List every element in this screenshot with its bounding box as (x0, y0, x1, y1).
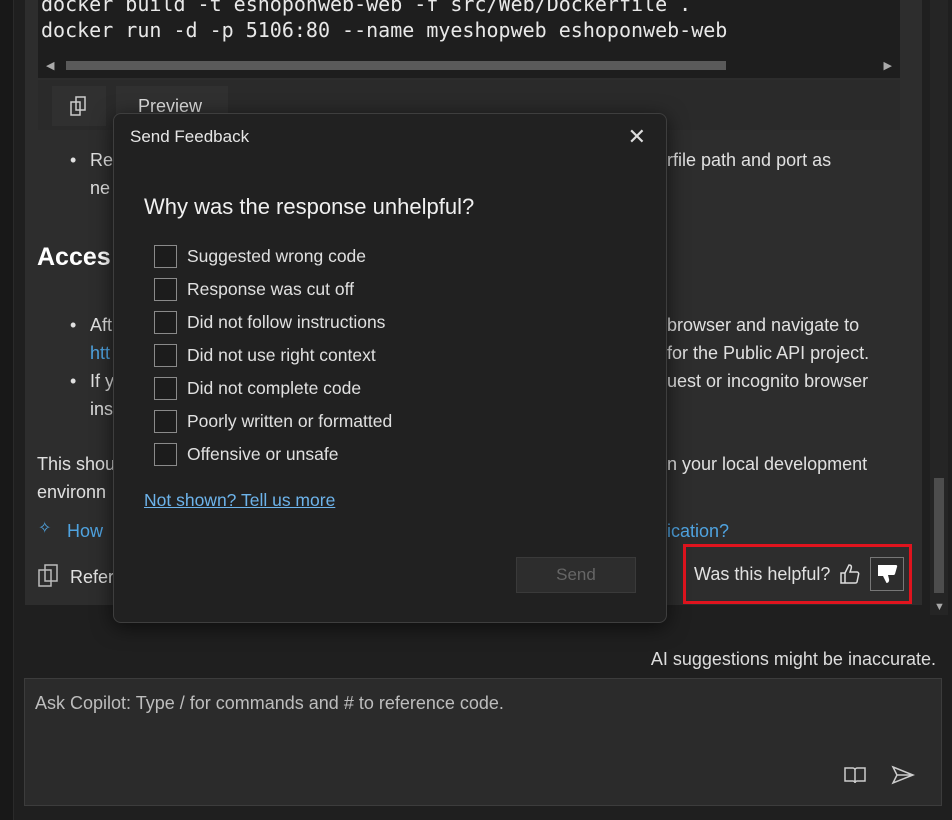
thumbs-down-icon (878, 565, 898, 583)
checkbox[interactable] (154, 377, 177, 400)
send-icon[interactable] (891, 765, 915, 785)
scroll-right-icon[interactable]: ▶ (884, 59, 892, 72)
send-button[interactable]: Send (516, 557, 636, 593)
scroll-left-icon[interactable]: ◀ (46, 59, 54, 72)
book-icon[interactable] (843, 765, 867, 785)
option-wrong-context[interactable]: Did not use right context (154, 344, 376, 367)
checkbox[interactable] (154, 443, 177, 466)
checkbox[interactable] (154, 278, 177, 301)
ai-disclaimer: AI suggestions might be inaccurate. (650, 649, 936, 669)
text-fragment: ins (90, 399, 114, 419)
text-fragment: browser and navigate to (667, 315, 860, 335)
input-placeholder: Ask Copilot: Type / for commands and # t… (35, 693, 504, 713)
send-feedback-dialog: Send Feedback ✕ Why was the response unh… (113, 113, 667, 623)
dialog-title: Send Feedback (130, 127, 250, 146)
text-fragment: If y (90, 371, 115, 391)
scroll-down-icon[interactable]: ▼ (934, 601, 945, 613)
references-toggle[interactable]: Refer (70, 567, 114, 588)
text-fragment: ne (90, 178, 111, 198)
section-heading: Acces (37, 243, 111, 271)
scrollbar-thumb[interactable] (934, 478, 944, 593)
bullet: • (70, 150, 77, 170)
text-fragment: rfile path and port as (667, 150, 832, 170)
suggested-question-link[interactable]: ication? (667, 521, 729, 542)
tell-us-more-link[interactable]: Not shown? Tell us more (144, 490, 335, 511)
option-label: Did not follow instructions (187, 312, 386, 332)
option-incomplete-code[interactable]: Did not complete code (154, 377, 361, 400)
thumbs-down-button[interactable] (870, 557, 905, 591)
suggested-question-link[interactable]: How (67, 521, 103, 542)
code-line: docker run -d -p 5106:80 --name myeshopw… (41, 18, 728, 42)
option-label: Suggested wrong code (187, 246, 367, 266)
text-fragment: This shou (37, 454, 116, 474)
url-link[interactable]: htt (90, 343, 110, 364)
bullet: • (70, 315, 77, 335)
was-helpful-label: Was this helpful? (694, 563, 831, 584)
checkbox[interactable] (154, 311, 177, 334)
option-label: Offensive or unsafe (187, 444, 339, 464)
text-fragment: Re (90, 150, 114, 170)
text-fragment: for the Public API project. (667, 343, 870, 363)
option-did-not-follow[interactable]: Did not follow instructions (154, 311, 385, 334)
close-icon[interactable]: ✕ (628, 124, 646, 150)
dialog-question: Why was the response unhelpful? (144, 194, 475, 219)
checkbox[interactable] (154, 344, 177, 367)
scrollbar-thumb[interactable] (66, 61, 726, 70)
bullet: • (70, 371, 77, 391)
checkbox[interactable] (154, 410, 177, 433)
option-label: Did not use right context (187, 345, 376, 365)
text-fragment: environn (37, 482, 107, 502)
left-edge (0, 0, 14, 820)
option-poorly-written[interactable]: Poorly written or formatted (154, 410, 392, 433)
text-fragment: Aft (90, 315, 113, 335)
ask-copilot-input[interactable]: Ask Copilot: Type / for commands and # t… (24, 678, 942, 806)
sparkle-icon: ✧ (38, 520, 52, 537)
checkbox[interactable] (154, 245, 177, 268)
option-label: Poorly written or formatted (187, 411, 393, 431)
thumbs-up-icon[interactable] (838, 562, 862, 586)
option-suggested-wrong-code[interactable]: Suggested wrong code (154, 245, 366, 268)
option-label: Did not complete code (187, 378, 362, 398)
copy-icon (70, 96, 86, 116)
feedback-highlight: Was this helpful? (683, 544, 912, 604)
option-offensive[interactable]: Offensive or unsafe (154, 443, 338, 466)
option-cut-off[interactable]: Response was cut off (154, 278, 354, 301)
copy-code-button[interactable] (52, 86, 106, 126)
references-icon (38, 564, 58, 587)
text-fragment: n your local development (667, 454, 868, 474)
option-label: Response was cut off (187, 279, 354, 299)
text-fragment: uest or incognito browser (667, 371, 869, 391)
code-line: docker build -t eshoponweb-web -f src/We… (41, 0, 692, 16)
